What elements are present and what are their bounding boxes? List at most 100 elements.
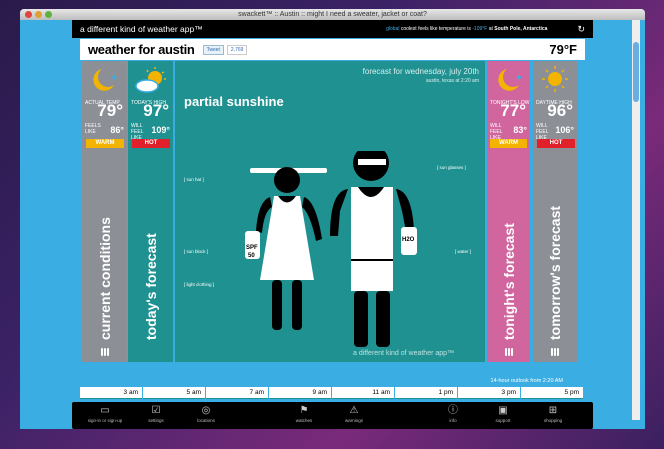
spf-number: 50 — [248, 253, 255, 259]
bars-icon — [504, 348, 513, 356]
compass-icon: ◎ — [201, 405, 211, 416]
hot-badge: HOT — [132, 139, 170, 148]
annotation-sun-block: [ sun block ] — [184, 249, 209, 254]
minimize-button[interactable] — [35, 11, 42, 18]
tweet-button[interactable]: Tweet — [202, 44, 224, 55]
nav-label: sign-in or sign-up — [87, 418, 123, 423]
today-forecast-panel[interactable]: TODAY'S HIGH 97° WILL FEEL LIKE 109° HOT… — [128, 61, 173, 362]
tonight-forecast-panel[interactable]: ✦ TONIGHT'S LOW 77° WILL FEEL LIKE 83° W… — [487, 61, 530, 362]
h2o-label: H2O — [402, 237, 415, 243]
global-label: global — [386, 26, 400, 32]
window-titlebar: swackett™ :: Austin :: might I need a sw… — [20, 9, 645, 20]
outlook-title: 14-hour outlook from 2:20 AM — [490, 378, 563, 384]
annotation-water: [ water ] — [455, 249, 472, 254]
feels-value: 86° — [110, 125, 124, 135]
nav-label: settings — [148, 418, 164, 423]
warning-icon: ⚠ — [349, 405, 359, 416]
browser-window: swackett™ :: Austin :: might I need a sw… — [20, 9, 645, 429]
vertical-label: current conditions — [96, 217, 113, 340]
warm-badge: WARM — [490, 139, 527, 148]
woman-figure: SPF 50 — [245, 167, 327, 330]
current-temp: 79°F — [549, 41, 577, 57]
forecast-date: forecast for wednesday, july 20th — [362, 67, 479, 76]
man-figure: H2O — [330, 151, 417, 347]
nav-support[interactable]: ▣ support — [478, 405, 528, 423]
bars-icon — [551, 348, 559, 356]
nav-settings[interactable]: ☑ settings — [131, 405, 181, 423]
bars-icon — [100, 348, 109, 356]
warm-badge: WARM — [86, 139, 124, 148]
hourly-outlook: 3 am 5 am 7 am 9 am 11 am 1 pm 3 pm 5 pm — [80, 387, 583, 399]
spf-label: SPF — [246, 245, 258, 251]
global-coolest: global coolest feels like temperature is… — [386, 24, 547, 34]
temp-value: 96° — [547, 101, 573, 120]
brand[interactable]: a different kind of weather app™ — [80, 24, 203, 34]
hour-cell[interactable]: 3 am — [80, 387, 142, 399]
nav-shopping[interactable]: ⊞ shopping — [528, 405, 578, 423]
forecast-main: forecast for wednesday, july 20th austin… — [175, 61, 485, 362]
svg-text:✦: ✦ — [110, 73, 118, 84]
vertical-label: today's forecast — [142, 233, 159, 340]
nav-label: info — [449, 418, 457, 423]
nav-label: watches — [295, 418, 313, 423]
page-title: weather for austin — [88, 41, 195, 57]
hot-badge: HOT — [537, 139, 575, 148]
vertical-label: tonight's forecast — [500, 223, 517, 340]
global-text: coolest feels like temperature is — [399, 26, 473, 32]
moon-stars-icon: ✦ — [93, 69, 118, 91]
tweet-count: 2,769 — [226, 44, 248, 55]
nav-sign-in[interactable]: ▭ sign-in or sign-up — [80, 405, 130, 423]
clothing-figures: SPF 50 H2O — [245, 151, 417, 347]
vertical-label: tomorrow's forecast — [547, 205, 563, 340]
window-title: swackett™ :: Austin :: might I need a sw… — [238, 11, 427, 18]
current-conditions-panel[interactable]: ✦ ACTUAL TEMP 79° FEELS LIKE 86° WARM cu… — [82, 61, 127, 362]
hour-cell[interactable]: 5 am — [143, 387, 205, 399]
nav-locations[interactable]: ◎ locations — [181, 405, 231, 423]
nav-watches[interactable]: ⚑ watches — [279, 405, 329, 423]
hour-cell[interactable]: 9 am — [269, 387, 331, 399]
temp-value: 79° — [97, 101, 123, 120]
forecast-location: austin, texas at 2:20 am — [425, 78, 479, 84]
temp-value: 77° — [500, 101, 526, 120]
feels-value: 106° — [555, 125, 574, 135]
nav-label: support — [495, 418, 511, 423]
checkbox-icon: ☑ — [151, 405, 161, 416]
hour-cell[interactable]: 3 pm — [458, 387, 520, 399]
support-icon: ▣ — [498, 405, 508, 416]
moon-stars-icon: ✦ — [498, 69, 523, 91]
condition: partial sunshine — [184, 94, 284, 109]
cart-icon: ⊞ — [548, 405, 558, 416]
global-place: South Pole, Antarctica — [494, 26, 548, 32]
hour-cell[interactable]: 5 pm — [521, 387, 583, 399]
nav-label: shopping — [543, 418, 563, 423]
tomorrow-forecast-panel[interactable]: DAYTIME HIGH 96° WILL FEEL LIKE 106° HOT… — [533, 61, 577, 362]
hour-cell[interactable]: 11 am — [332, 387, 394, 399]
scrollbar[interactable] — [632, 20, 640, 420]
nav-warnings[interactable]: ⚠ warnings — [329, 405, 379, 423]
info-icon: ⓘ — [448, 405, 458, 416]
refresh-icon[interactable]: ↻ — [577, 24, 585, 34]
footer-brand: a different kind of weather app™ — [353, 350, 455, 357]
svg-text:✦: ✦ — [515, 73, 523, 84]
watches-icon: ⚑ — [299, 405, 309, 416]
scrollbar-thumb[interactable] — [633, 42, 639, 102]
monitor-icon: ▭ — [100, 405, 110, 416]
global-temp: -109°F — [472, 26, 488, 32]
close-button[interactable] — [25, 11, 32, 18]
feels-label: FEELS LIKE — [85, 123, 101, 135]
hour-cell[interactable]: 7 am — [206, 387, 268, 399]
annotation-sun-glasses: [ sun glasses ] — [437, 165, 466, 170]
partly-cloudy-icon — [135, 67, 166, 93]
hour-cell[interactable]: 1 pm — [395, 387, 457, 399]
sun-icon — [542, 66, 568, 92]
app-header: a different kind of weather app™ global … — [72, 20, 593, 38]
annotation-light-clothing: [ light clothing ] — [184, 282, 215, 287]
temp-value: 97° — [143, 101, 169, 120]
annotation-sun-hat: [ sun hat ] — [184, 177, 204, 182]
feels-value: 109° — [151, 125, 170, 135]
zoom-button[interactable] — [45, 11, 52, 18]
nav-info[interactable]: ⓘ info — [428, 405, 478, 423]
location-bar: weather for austin Tweet 2,769 79°F — [80, 39, 585, 60]
feels-value: 83° — [513, 125, 527, 135]
footer-nav: ▭ sign-in or sign-up ☑ settings ◎ locations… — [72, 402, 593, 429]
